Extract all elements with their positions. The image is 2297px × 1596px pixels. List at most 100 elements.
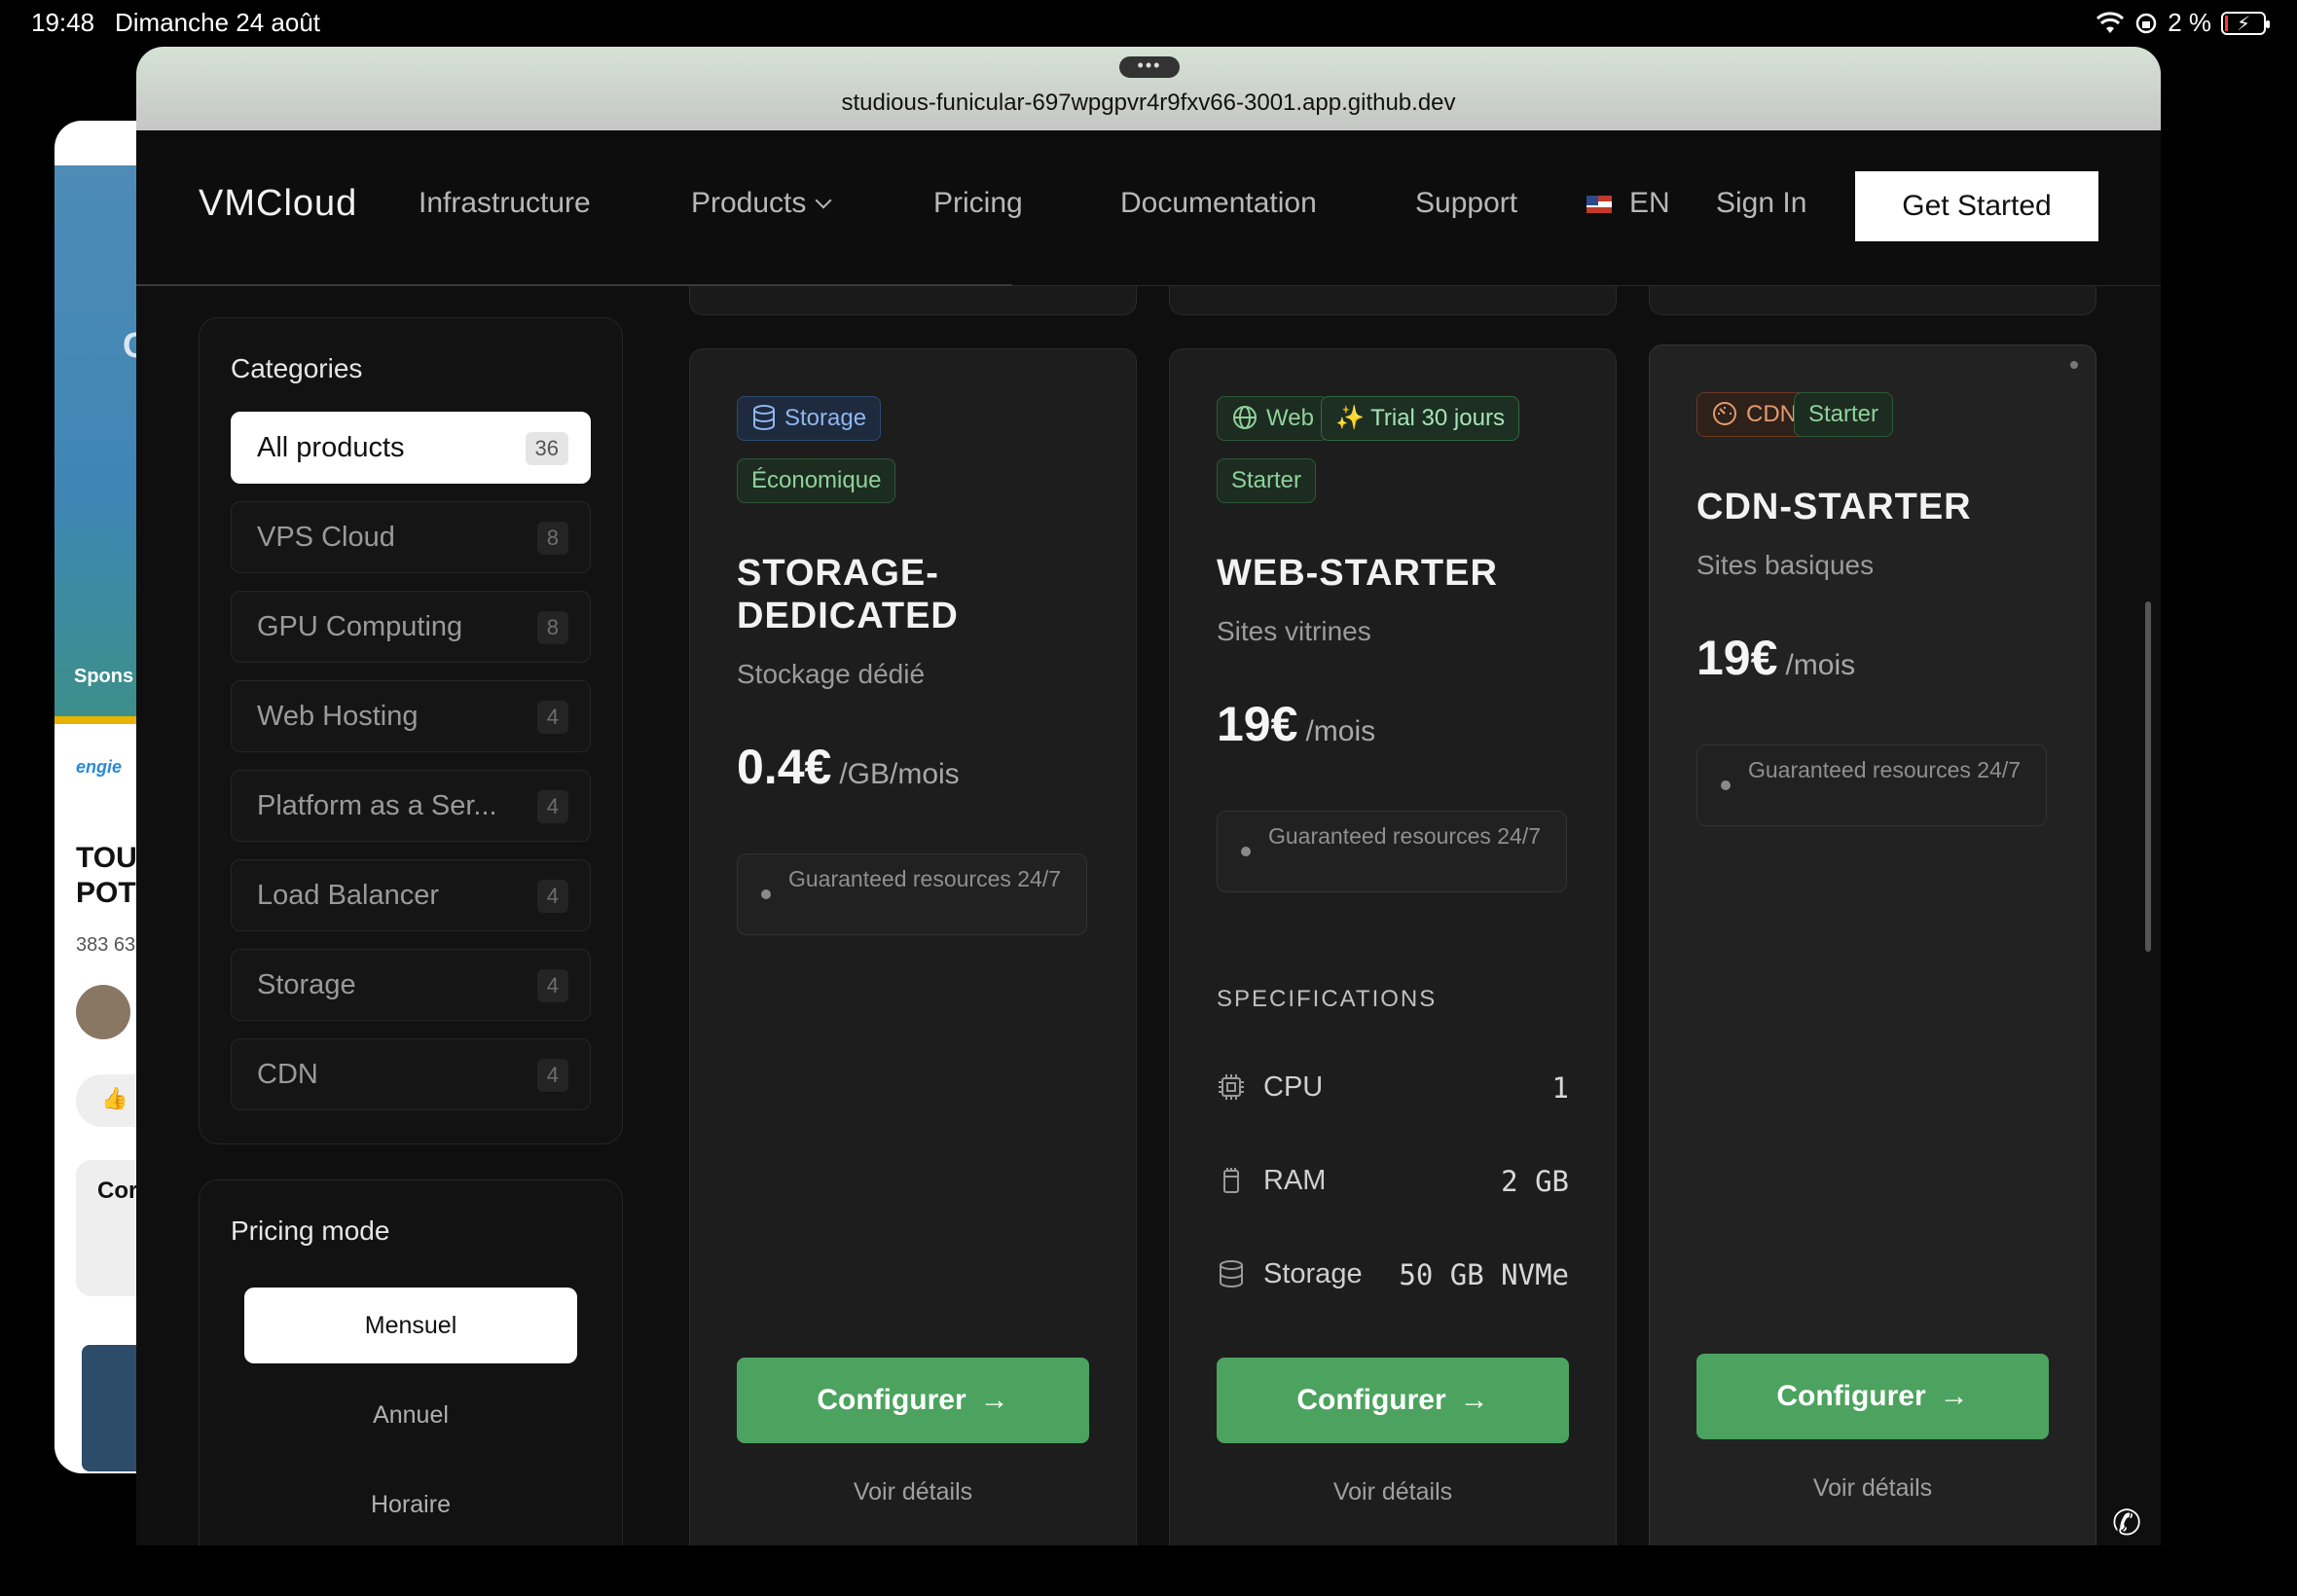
status-right: 2 % ⚡ [2096, 8, 2270, 38]
category-count: 8 [536, 522, 568, 555]
spec-row-storage: Storage 50 GB NVMe [1217, 1254, 1569, 1293]
bullet-dot [1241, 847, 1251, 856]
pricing-mode-annual[interactable]: Annuel [244, 1377, 577, 1453]
nav-support[interactable]: Support [1415, 187, 1517, 220]
category-badge-label: Storage [784, 405, 867, 431]
tag-badge: Starter [1217, 458, 1317, 503]
category-cdn[interactable]: CDN 4 [231, 1038, 591, 1110]
configure-label: Configurer [1296, 1384, 1446, 1416]
category-vps-cloud[interactable]: VPS Cloud 8 [231, 501, 591, 573]
category-load-balancer[interactable]: Load Balancer 4 [231, 859, 591, 931]
tag-badge: Économique [737, 458, 896, 503]
configure-button[interactable]: Configurer → [737, 1358, 1089, 1443]
bullet-dot [761, 889, 771, 899]
chevron-down-icon [815, 192, 832, 209]
category-label: Load Balancer [257, 880, 440, 911]
cpu-icon [1219, 1074, 1244, 1100]
nav-products[interactable]: Products [691, 187, 832, 220]
sign-in-link[interactable]: Sign In [1716, 187, 1806, 220]
category-all-products[interactable]: All products 36 [231, 412, 591, 484]
previous-card-bottom [1169, 286, 1617, 315]
category-web-hosting[interactable]: Web Hosting 4 [231, 680, 591, 752]
engie-logo: engie [76, 757, 123, 777]
avatar[interactable] [76, 985, 130, 1039]
site-navbar: VMCloud Infrastructure Products Pricing … [136, 130, 2161, 286]
spec-label: CPU [1263, 1071, 1324, 1103]
category-paas[interactable]: Platform as a Ser... 4 [231, 770, 591, 842]
configure-label: Configurer [1776, 1380, 1926, 1412]
page-scrollbar[interactable] [2145, 601, 2151, 952]
pricing-mode-toggle: Mensuel Annuel Horaire [231, 1276, 591, 1545]
nav-products-label: Products [691, 187, 807, 219]
arrow-right-icon: → [1459, 1384, 1489, 1416]
category-count: 8 [536, 611, 568, 644]
spec-row-cpu: CPU 1 [1217, 1068, 1569, 1106]
category-label: GPU Computing [257, 611, 463, 642]
product-price: 19€/mois [1217, 696, 1375, 752]
product-subtitle: Sites basiques [1696, 550, 1875, 580]
category-label: Web Hosting [257, 701, 419, 732]
spec-value: 2 GB [1501, 1165, 1569, 1198]
product-title: WEB-STARTER [1217, 553, 1498, 594]
url-text[interactable]: studious-funicular-697wpgpvr4r9fxv66-300… [136, 90, 2161, 117]
ram-icon [1223, 1168, 1239, 1193]
battery-icon: ⚡ [2221, 11, 2270, 35]
comments-label: Cor [97, 1178, 138, 1204]
categories-panel: Categories All products 36 VPS Cloud 8 GPU… [199, 317, 623, 1144]
spec-value: 50 GB NVMe [1399, 1258, 1569, 1291]
window-menu-dots-icon[interactable]: ••• [1119, 56, 1180, 78]
product-card-storage-dedicated[interactable]: Storage Économique STORAGE-DEDICATED Sto… [689, 348, 1137, 1545]
configure-button[interactable]: Configurer → [1217, 1358, 1569, 1443]
url-bar[interactable]: ••• studious-funicular-697wpgpvr4r9fxv66… [136, 47, 2161, 130]
globe-icon [1233, 405, 1257, 429]
category-count: 4 [536, 1059, 568, 1092]
nav-pricing[interactable]: Pricing [933, 187, 1023, 220]
status-dot [2070, 361, 2078, 369]
category-label: All products [257, 432, 405, 463]
nav-infrastructure[interactable]: Infrastructure [419, 187, 591, 220]
product-title: CDN-STARTER [1696, 487, 1972, 527]
nav-documentation[interactable]: Documentation [1120, 187, 1317, 220]
product-card-web-starter[interactable]: Web ✨ Trial 30 jours Starter WEB-STARTER… [1169, 348, 1617, 1545]
view-details-link[interactable]: Voir détails [737, 1478, 1089, 1506]
category-storage[interactable]: Storage 4 [231, 949, 591, 1021]
get-started-button[interactable]: Get Started [1855, 171, 2098, 241]
product-title: STORAGE-DEDICATED [737, 553, 959, 636]
category-count: 4 [536, 701, 568, 734]
previous-card-bottom [689, 286, 1137, 315]
spec-label: Storage [1263, 1258, 1363, 1289]
site-logo[interactable]: VMCloud [199, 183, 357, 225]
price-period: /GB/mois [839, 758, 960, 790]
view-count: 383 63 [76, 934, 136, 956]
category-badge-label: CDN [1746, 401, 1797, 427]
product-card-cdn-starter[interactable]: CDN Starter CDN-STARTER Sites basiques 1… [1649, 345, 2096, 1545]
pricing-mode-monthly[interactable]: Mensuel [244, 1288, 577, 1363]
status-date: Dimanche 24 août [115, 8, 321, 37]
guarantee-text: Guaranteed resources 24/7 [1268, 823, 1542, 849]
category-badge-label: Web [1266, 405, 1314, 431]
category-count: 4 [536, 969, 568, 1002]
language-code: EN [1629, 187, 1670, 219]
pricing-mode-hourly[interactable]: Horaire [244, 1467, 577, 1542]
configure-button[interactable]: Configurer → [1696, 1354, 2049, 1439]
sponsor-label: Spons [74, 666, 134, 687]
guarantee-text: Guaranteed resources 24/7 [788, 866, 1062, 891]
previous-card-bottom [1649, 286, 2096, 315]
spec-row-ram: RAM 2 GB [1217, 1161, 1569, 1200]
battery-percent: 2 % [2168, 8, 2211, 37]
category-count: 4 [536, 880, 568, 913]
thumbs-up-icon: 👍 [101, 1086, 128, 1110]
view-details-link[interactable]: Voir détails [1217, 1478, 1569, 1506]
pricing-mode-title: Pricing mode [231, 1215, 390, 1246]
phone-icon[interactable]: ✆ [2112, 1503, 2141, 1543]
speed-icon [1713, 401, 1736, 425]
status-time: 19:48 [31, 8, 95, 37]
view-details-link[interactable]: Voir détails [1696, 1474, 2049, 1503]
tag-badge: Starter [1794, 392, 1894, 437]
category-gpu-computing[interactable]: GPU Computing 8 [231, 591, 591, 663]
categories-title: Categories [231, 353, 363, 383]
database-icon [753, 404, 775, 430]
arrow-right-icon: → [979, 1384, 1009, 1416]
language-selector[interactable]: EN [1586, 187, 1670, 220]
price-amount: 0.4€ [737, 740, 832, 794]
